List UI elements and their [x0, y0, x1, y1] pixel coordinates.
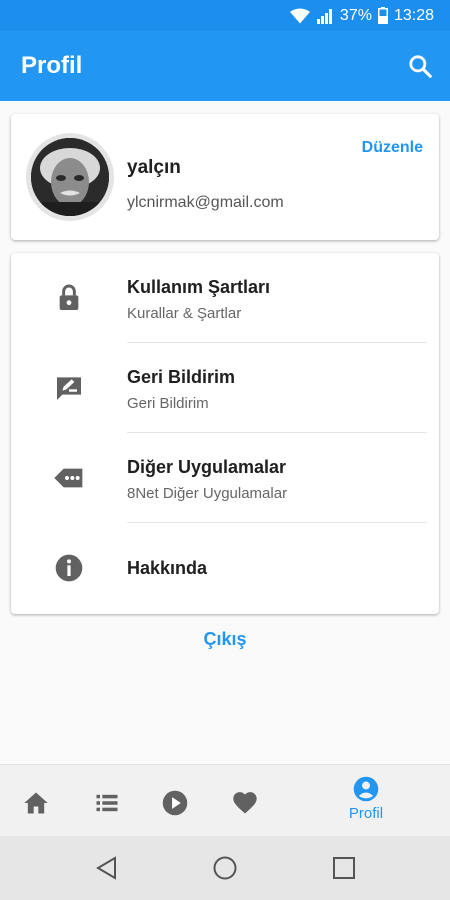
- signal-icon: [316, 8, 332, 24]
- user-name: yalçın: [127, 157, 181, 178]
- menu-item-terms[interactable]: Kullanım Şartları Kurallar & Şartlar: [11, 253, 439, 343]
- nav-tab-profile[interactable]: Profil: [340, 775, 392, 822]
- menu-item-label: Diğer Uygulamalar: [127, 457, 287, 477]
- heart-icon[interactable]: [231, 789, 259, 817]
- battery-icon: [377, 7, 388, 24]
- avatar-image: [31, 138, 109, 216]
- menu-item-about[interactable]: Hakkında: [11, 523, 439, 613]
- play-icon[interactable]: [161, 789, 189, 817]
- menu-item-subtitle: 8Net Diğer Uygulamalar: [127, 485, 288, 502]
- status-bar: 37% 13:28: [0, 0, 450, 31]
- app-bar: Profil: [0, 31, 450, 101]
- nav-tab-label: Profil: [348, 805, 384, 822]
- menu-item-other-apps[interactable]: Diğer Uygulamalar 8Net Diğer Uygulamalar: [11, 433, 439, 523]
- edit-profile-button[interactable]: Düzenle: [362, 139, 423, 157]
- feedback-icon: [57, 377, 81, 400]
- more-tag-icon: [54, 468, 83, 488]
- info-icon: [55, 554, 83, 582]
- menu-item-label: Geri Bildirim: [127, 367, 236, 387]
- lock-icon: [59, 284, 79, 310]
- user-email: ylcnirmak@gmail.com: [127, 194, 284, 211]
- menu-item-subtitle: Kurallar & Şartlar: [127, 305, 242, 322]
- profile-card: yalçın ylcnirmak@gmail.com Düzenle: [11, 114, 439, 240]
- logout-button[interactable]: Çıkış: [0, 629, 450, 650]
- menu-item-label: Kullanım Şartları: [127, 277, 271, 297]
- page-title: Profil: [21, 52, 83, 79]
- system-nav-bar: [0, 836, 450, 900]
- home-button-icon[interactable]: [211, 854, 239, 882]
- avatar: [26, 133, 114, 221]
- search-icon[interactable]: [407, 53, 433, 79]
- status-time: 13:28: [393, 6, 434, 24]
- account-icon: [353, 776, 379, 802]
- menu-card: Kullanım Şartları Kurallar & Şartlar Ger…: [11, 253, 439, 614]
- home-icon[interactable]: [22, 789, 50, 817]
- menu-item-feedback[interactable]: Geri Bildirim Geri Bildirim: [11, 343, 439, 433]
- content-area: yalçın ylcnirmak@gmail.com Düzenle Kulla…: [0, 101, 450, 764]
- battery-percent: 37%: [339, 6, 372, 24]
- menu-item-subtitle: Geri Bildirim: [127, 395, 209, 412]
- back-icon[interactable]: [93, 854, 121, 882]
- list-icon[interactable]: [93, 789, 121, 817]
- recent-apps-icon[interactable]: [330, 854, 358, 882]
- wifi-icon: [289, 8, 310, 23]
- menu-item-label: Hakkında: [127, 558, 208, 578]
- bottom-nav: Profil: [0, 764, 450, 836]
